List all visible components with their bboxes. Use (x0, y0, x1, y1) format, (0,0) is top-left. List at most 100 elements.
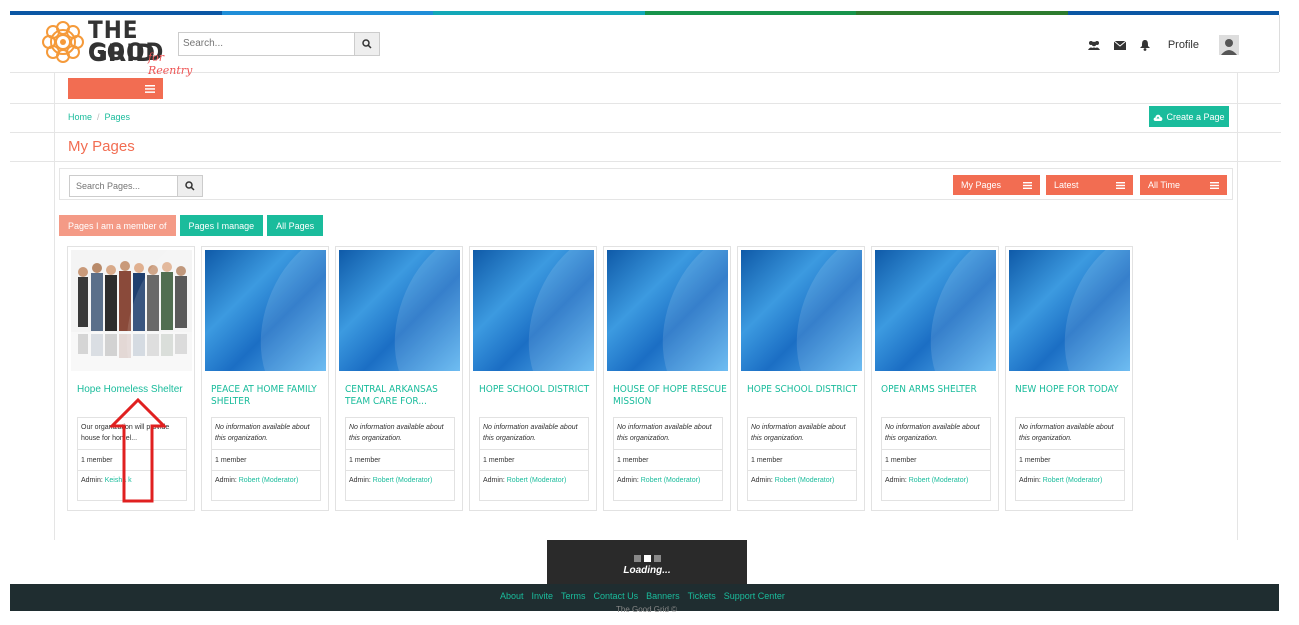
my-pages-label: My Pages (961, 180, 1002, 190)
admin-label: Admin: (215, 477, 237, 484)
admin-link[interactable]: Robert (Moderator) (507, 477, 567, 484)
page-card: PEACE AT HOME FAMILY SHELTER No informat… (201, 246, 329, 511)
page-card: HOPE SCHOOL DISTRICT No information avai… (469, 246, 597, 511)
menu-toggle-button[interactable] (68, 78, 163, 99)
list-icon (1023, 181, 1032, 189)
page-image[interactable] (71, 250, 192, 371)
loading-text: Loading... (623, 565, 671, 576)
page-image[interactable] (1009, 250, 1130, 371)
page-card-description: No information available about this orga… (614, 418, 722, 450)
profile-link[interactable]: Profile (1168, 39, 1199, 51)
footer-link-tickets[interactable]: Tickets (688, 591, 716, 601)
footer-link-contact[interactable]: Contact Us (594, 591, 639, 601)
global-search-input[interactable] (179, 33, 355, 54)
page-card: CENTRAL ARKANSAS TEAM CARE FOR... No inf… (335, 246, 463, 511)
global-search-button[interactable] (354, 33, 379, 55)
avatar-icon[interactable] (1219, 35, 1239, 55)
page-card-title[interactable]: HOUSE OF HOPE RESCUE MISSION (613, 384, 727, 408)
page-search-input[interactable] (70, 177, 182, 195)
page-card-members: 1 member (1016, 450, 1124, 471)
loading-dots-icon (547, 555, 747, 562)
page-image[interactable] (875, 250, 996, 371)
page-card-admin: Admin: Robert (Moderator) (748, 471, 856, 484)
page-card-admin: Admin: Robert (Moderator) (614, 471, 722, 484)
page-card-title[interactable]: OPEN ARMS SHELTER (881, 384, 995, 396)
page-card-description: No information available about this orga… (1016, 418, 1124, 450)
page-card-title[interactable]: NEW HOPE FOR TODAY (1015, 384, 1129, 396)
footer: About Invite Terms Contact Us Banners Ti… (10, 584, 1279, 614)
bell-icon[interactable] (1139, 39, 1150, 51)
tab-all-pages[interactable]: All Pages (267, 215, 324, 236)
footer-link-invite[interactable]: Invite (532, 591, 554, 601)
admin-label: Admin: (617, 477, 639, 484)
all-time-dropdown[interactable]: All Time (1140, 175, 1227, 195)
page-image[interactable] (205, 250, 326, 371)
search-icon (185, 181, 195, 191)
menu-icon (145, 84, 155, 93)
logo[interactable]: THE GOOD GRID for Reentry (40, 17, 192, 77)
page-card-title[interactable]: PEACE AT HOME FAMILY SHELTER (211, 384, 325, 408)
logo-text-line2: GRID (88, 39, 156, 67)
page-image[interactable] (473, 250, 594, 371)
page-card-info: No information available about this orga… (345, 417, 455, 501)
envelope-icon[interactable] (1113, 40, 1126, 50)
breadcrumb-home[interactable]: Home (68, 112, 92, 122)
page-card-members: 1 member (614, 450, 722, 471)
footer-link-about[interactable]: About (500, 591, 524, 601)
admin-link[interactable]: Robert (Moderator) (775, 477, 835, 484)
page-image[interactable] (741, 250, 862, 371)
page-card-admin: Admin: Robert (Moderator) (346, 471, 454, 484)
main-container: Home/Pages Create a Page My Pages My Pag… (54, 72, 1238, 540)
users-icon[interactable] (1087, 40, 1100, 50)
admin-link[interactable]: Robert (Moderator) (909, 477, 969, 484)
footer-link-terms[interactable]: Terms (561, 591, 586, 601)
page-card-info: No information available about this orga… (881, 417, 991, 501)
page-card-description: No information available about this orga… (212, 418, 320, 450)
tab-member[interactable]: Pages I am a member of (59, 215, 176, 236)
admin-link[interactable]: Robert (Moderator) (1043, 477, 1103, 484)
loading-indicator: Loading... (547, 540, 747, 584)
admin-link[interactable]: Robert (Moderator) (239, 477, 299, 484)
footer-link-banners[interactable]: Banners (646, 591, 680, 601)
page-card-admin: Admin: Robert (Moderator) (882, 471, 990, 484)
list-icon (1210, 181, 1219, 189)
page-card-title[interactable]: HOPE SCHOOL DISTRICT (479, 384, 593, 396)
admin-label: Admin: (751, 477, 773, 484)
footer-links: About Invite Terms Contact Us Banners Ti… (500, 591, 785, 601)
breadcrumb-pages[interactable]: Pages (105, 112, 131, 122)
page-card-title[interactable]: CENTRAL ARKANSAS TEAM CARE FOR... (345, 384, 459, 408)
page-card-info: No information available about this orga… (613, 417, 723, 501)
page-cards: Hope Homeless Shelter Our organization w… (67, 246, 1133, 511)
page-card-admin: Admin: Robert (Moderator) (1016, 471, 1124, 484)
global-search (178, 32, 380, 56)
page-tabs: Pages I am a member of Pages I manage Al… (59, 215, 324, 236)
site-header: THE GOOD GRID for Reentry Profile (10, 15, 1279, 77)
tab-manage[interactable]: Pages I manage (179, 215, 264, 236)
page-card-description: No information available about this orga… (882, 418, 990, 450)
admin-link[interactable]: Robert (Moderator) (641, 477, 701, 484)
page-search (69, 175, 203, 197)
page-card-info: No information available about this orga… (479, 417, 589, 501)
admin-label: Admin: (885, 477, 907, 484)
page-search-button[interactable] (177, 176, 202, 196)
latest-dropdown[interactable]: Latest (1046, 175, 1133, 195)
page-card-title[interactable]: Hope Homeless Shelter (77, 384, 191, 396)
page-image[interactable] (339, 250, 460, 371)
page-card: OPEN ARMS SHELTER No information availab… (871, 246, 999, 511)
header-right-border (1279, 15, 1280, 72)
page-card: HOPE SCHOOL DISTRICT No information avai… (737, 246, 865, 511)
page-card: HOUSE OF HOPE RESCUE MISSION No informat… (603, 246, 731, 511)
footer-link-support[interactable]: Support Center (724, 591, 785, 601)
all-time-label: All Time (1148, 180, 1181, 190)
page-card-description: No information available about this orga… (748, 418, 856, 450)
create-page-button[interactable]: Create a Page (1149, 106, 1229, 127)
page-image[interactable] (607, 250, 728, 371)
page-card-info: No information available about this orga… (211, 417, 321, 501)
admin-link[interactable]: Robert (Moderator) (373, 477, 433, 484)
page-card-title[interactable]: HOPE SCHOOL DISTRICT (747, 384, 861, 396)
search-icon (362, 39, 372, 49)
header-nav: Profile (1087, 35, 1239, 55)
people-group-image (71, 250, 192, 371)
page-card-description: No information available about this orga… (346, 418, 454, 450)
my-pages-dropdown[interactable]: My Pages (953, 175, 1040, 195)
